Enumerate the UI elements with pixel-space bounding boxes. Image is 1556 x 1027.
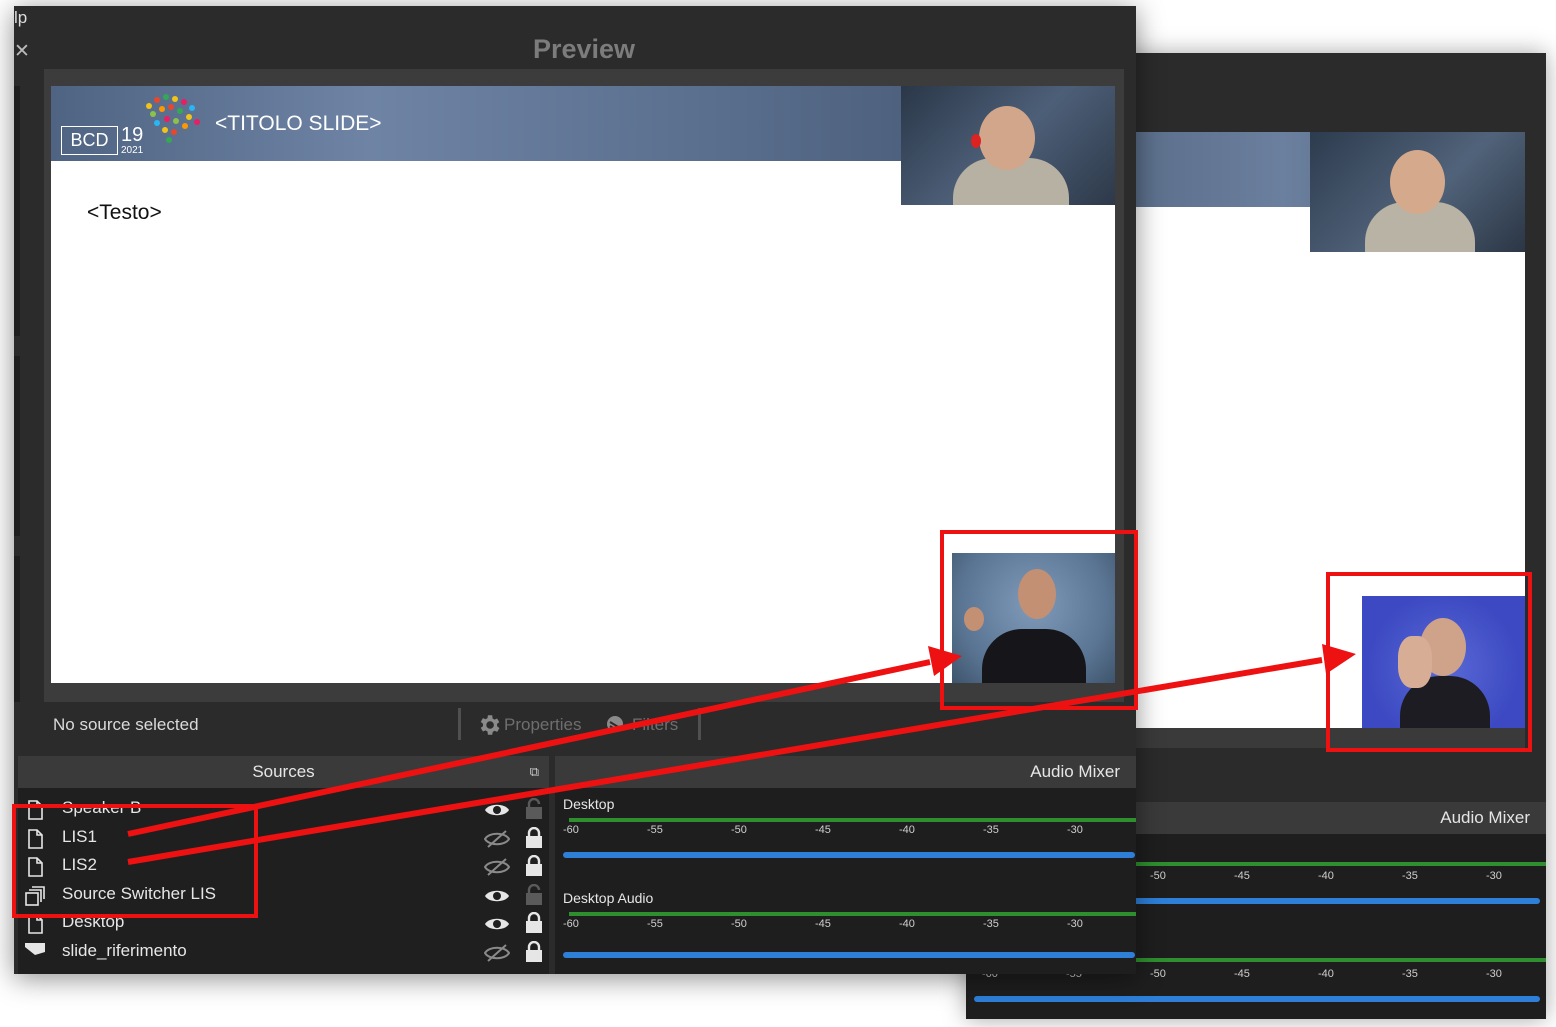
highlight-sources-box — [12, 804, 258, 918]
brain-logo-icon — [146, 94, 200, 143]
unlock-icon[interactable] — [524, 883, 544, 906]
meter-tick-label: -30 — [1486, 870, 1502, 882]
meter-tick-label: -50 — [731, 918, 747, 930]
meter-tick-label: -50 — [731, 824, 747, 836]
meter-tick-label: -30 — [1486, 968, 1502, 980]
meter-ticks: -60 -55 -50 -45 -40 -35 -30 — [563, 824, 1136, 838]
meter-tick-label: -45 — [815, 918, 831, 930]
toolbar-separator — [458, 708, 461, 740]
sources-dock-header: Sources ⧉ — [18, 756, 549, 788]
volume-slider[interactable] — [563, 952, 1135, 958]
meter-tick-label: -35 — [1402, 968, 1418, 980]
properties-label: Properties — [504, 715, 582, 734]
secondary-speaker-video — [1310, 132, 1525, 252]
level-meter — [569, 818, 1136, 822]
meter-tick-label: -40 — [899, 824, 915, 836]
level-meter — [569, 912, 1136, 916]
slide-title: <TITOLO SLIDE> — [215, 112, 382, 135]
meter-tick-label: -35 — [983, 918, 999, 930]
meter-tick-label: -40 — [1318, 968, 1334, 980]
meter-tick-label: -50 — [1150, 870, 1166, 882]
lock-icon[interactable] — [524, 826, 544, 849]
meter-tick-label: -35 — [1402, 870, 1418, 882]
eye-icon[interactable] — [484, 914, 510, 934]
eye-icon[interactable] — [484, 800, 510, 820]
meter-tick-label: -50 — [1150, 968, 1166, 980]
mixer-channel-name: Desktop Audio — [563, 890, 654, 906]
meter-tick-label: -45 — [815, 824, 831, 836]
secondary-mixer-title: Audio Mixer — [1440, 808, 1530, 827]
mixer-channel-name: Desktop — [563, 796, 615, 812]
meter-tick-label: -60 — [563, 918, 579, 930]
eye-icon[interactable] — [484, 886, 510, 906]
lock-icon[interactable] — [524, 940, 544, 963]
toolbar-separator — [698, 708, 701, 740]
source-label: slide_riferimento — [62, 940, 187, 960]
meter-tick-label: -45 — [1234, 870, 1250, 882]
gear-icon — [480, 715, 500, 735]
sources-title: Sources — [252, 762, 315, 781]
meter-tick-label: -40 — [1318, 870, 1334, 882]
filters-button[interactable]: Filters — [604, 708, 678, 742]
meter-ticks: -60 -55 -50 -45 -40 -35 -30 — [563, 918, 1136, 932]
undock-icon[interactable]: ⧉ — [530, 756, 539, 788]
meter-tick-label: -45 — [1234, 968, 1250, 980]
highlight-lis2-box — [1326, 572, 1532, 752]
menu-help[interactable]: lp — [14, 8, 27, 28]
lock-icon[interactable] — [524, 911, 544, 934]
filter-icon — [607, 716, 623, 732]
eye-hidden-icon[interactable] — [483, 857, 511, 877]
meter-tick-label: -30 — [1067, 824, 1083, 836]
meter-tick-label: -55 — [647, 824, 663, 836]
slide-body-text: <Testo> — [87, 201, 162, 224]
eye-hidden-icon[interactable] — [483, 943, 511, 963]
eye-hidden-icon[interactable] — [483, 829, 511, 849]
meter-tick-label: -30 — [1067, 918, 1083, 930]
audio-mixer-body: Desktop -60 -55 -50 -45 -40 -35 -30 Desktop Au… — [555, 788, 1136, 974]
audio-mixer-title: Audio Mixer — [1030, 762, 1120, 781]
lock-icon[interactable] — [524, 854, 544, 877]
meter-tick-label: -35 — [983, 824, 999, 836]
image-icon — [24, 942, 46, 964]
speaker-video[interactable] — [901, 86, 1115, 205]
unlock-icon[interactable] — [524, 797, 544, 820]
bcd-logo: BCD — [61, 126, 118, 155]
volume-slider[interactable] — [563, 852, 1135, 858]
meter-tick-label: -55 — [647, 918, 663, 930]
selected-source-label: No source selected — [53, 715, 199, 734]
filters-label: Filters — [632, 715, 679, 734]
audio-mixer-header: Audio Mixer — [555, 756, 1136, 788]
meter-tick-label: -40 — [899, 918, 915, 930]
properties-button[interactable]: Properties — [476, 708, 581, 742]
preview-title: Preview — [532, 34, 636, 64]
meter-tick-label: -60 — [563, 824, 579, 836]
source-item[interactable]: slide_riferimento — [18, 939, 549, 967]
highlight-lis1-box — [940, 530, 1138, 710]
